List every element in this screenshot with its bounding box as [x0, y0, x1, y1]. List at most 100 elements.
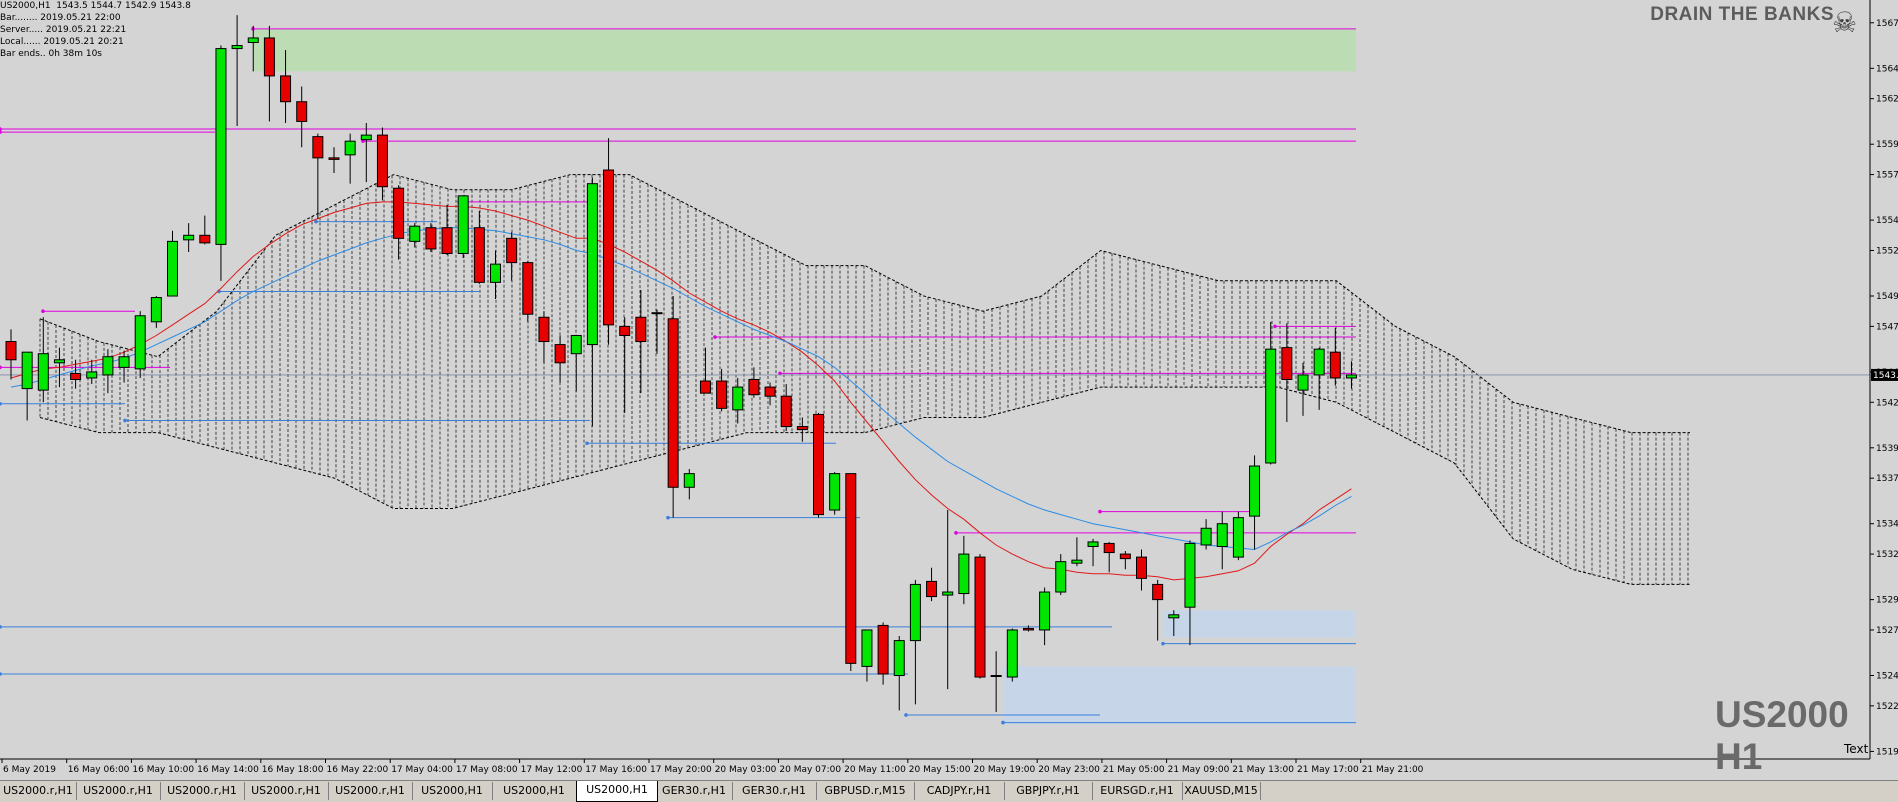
candle-body	[522, 262, 534, 315]
y-tick-label: 1547.	[1876, 322, 1898, 332]
candle-body	[118, 356, 130, 368]
demand-zone	[1163, 610, 1356, 638]
candle-body	[813, 413, 824, 516]
x-tick-label: 16 May 22:00	[327, 765, 389, 775]
candle-body	[150, 297, 162, 323]
candle-body	[441, 227, 453, 255]
tab-chart[interactable]: US2000.r,H1	[0, 782, 77, 800]
candle-body	[1216, 523, 1228, 547]
y-tick-label: 1532.	[1876, 550, 1898, 560]
candle-body	[1297, 374, 1309, 391]
tab-chart[interactable]: US2000,H1	[492, 782, 577, 800]
candle-body	[1200, 527, 1212, 546]
bar-time: Bar........ 2019.05.21 22:00	[0, 13, 121, 23]
tab-chart[interactable]: XAUUSD,M15	[1182, 782, 1261, 800]
x-tick-label: 17 May 20:00	[650, 765, 712, 775]
candle-body	[1345, 374, 1357, 379]
candle-body	[586, 183, 598, 346]
y-tick-label: 1527.	[1876, 626, 1898, 636]
tab-chart[interactable]: US2000.r,H1	[244, 782, 329, 800]
candle-body	[393, 187, 405, 239]
candle	[134, 311, 146, 378]
candle	[425, 223, 437, 252]
candle-body	[102, 356, 114, 376]
tab-chart[interactable]: US2000.r,H1	[328, 782, 413, 800]
candle-body	[1136, 556, 1147, 579]
candle-body	[1313, 348, 1325, 376]
candle-body	[247, 37, 259, 44]
candle-body	[1022, 627, 1034, 631]
candle-body	[1249, 465, 1261, 517]
price-chart[interactable]: 1567. 1564. 1562. 1559. 1557. 1554. 1552. 1549.…	[0, 0, 1898, 780]
candle-body	[1087, 541, 1099, 547]
candle-body	[215, 48, 227, 245]
candle-body	[942, 591, 954, 596]
supply-zone	[253, 28, 1356, 72]
candle-body	[716, 380, 728, 409]
support-anchor	[585, 441, 589, 446]
tab-chart[interactable]: US2000.r,H1	[160, 782, 245, 800]
y-tick-label: 1524.	[1876, 672, 1898, 682]
tab-active-chart[interactable]: US2000,H1	[576, 781, 658, 802]
candle-body	[360, 134, 372, 141]
candle-body	[134, 315, 146, 370]
candle-body	[699, 380, 711, 394]
candle-body	[5, 341, 17, 361]
x-tick-label: 20 May 03:00	[715, 765, 777, 775]
candle-body	[457, 195, 469, 255]
y-tick-label: 1537.	[1876, 474, 1898, 484]
candle-body	[1055, 561, 1067, 593]
support-anchor	[1001, 720, 1005, 725]
y-tick-label: 1557.	[1876, 171, 1898, 181]
candle-body	[1329, 351, 1341, 379]
x-tick-label: 20 May 15:00	[909, 765, 971, 775]
x-tick-label: 16 May 10:00	[132, 765, 194, 775]
info-panel: US2000,H1 1543.5 1544.7 1542.9 1543.8 Ba…	[0, 0, 191, 60]
candle-body	[1039, 591, 1051, 631]
x-tick-label: 17 May 04:00	[391, 765, 453, 775]
candle-body	[796, 426, 808, 431]
candle-body	[780, 395, 792, 428]
watermark-text: DRAIN THE BANKS	[1650, 4, 1834, 25]
candle-body	[280, 75, 292, 103]
tab-chart[interactable]: GBPJPY.r,H1	[1004, 782, 1093, 800]
candle-body	[764, 386, 776, 397]
candle-body	[570, 334, 582, 355]
resistance-anchor	[41, 309, 45, 313]
tab-chart[interactable]: US2000,H1	[412, 782, 493, 800]
x-tick-label: 21 May 17:00	[1297, 765, 1359, 775]
chart-window[interactable]: 1567. 1564. 1562. 1559. 1557. 1554. 1552. 1549.…	[0, 0, 1898, 802]
candle-body	[845, 473, 857, 664]
x-tick-label: 16 May 14:00	[197, 765, 259, 775]
y-tick-label: 1529.	[1876, 596, 1898, 606]
candle-body	[1071, 559, 1083, 564]
tab-chart[interactable]: GBPUSD.r,M15	[816, 782, 915, 800]
candle	[457, 195, 469, 259]
candle-body	[70, 372, 82, 381]
candle-body	[1184, 542, 1196, 608]
tab-chart[interactable]: GER30.r,H1	[732, 782, 817, 800]
candle-body	[748, 379, 760, 396]
candle-body	[732, 386, 744, 411]
candle	[829, 472, 841, 515]
candle	[813, 412, 824, 518]
candle-body	[344, 140, 356, 156]
tab-chart[interactable]: GER30.r,H1	[656, 782, 733, 800]
tab-chart[interactable]: CADJPY.r,H1	[914, 782, 1005, 800]
support-anchor	[666, 515, 670, 520]
x-tick-label: 21 May 05:00	[1103, 765, 1165, 775]
x-tick-label: 17 May 08:00	[456, 765, 518, 775]
candle-body	[231, 45, 243, 50]
candle-body	[199, 234, 211, 244]
candle-body	[37, 353, 49, 391]
support-anchor	[1161, 641, 1165, 646]
x-tick-label: 21 May 21:00	[1362, 765, 1424, 775]
tab-chart[interactable]: EURSGD.r,H1	[1092, 782, 1183, 800]
resistance-anchor	[713, 335, 717, 339]
candle-body	[86, 371, 98, 379]
candle-body	[635, 316, 647, 343]
candle-body	[683, 473, 695, 488]
symbol-tabs: US2000.r,H1 US2000.r,H1 US2000.r,H1 US2000.…	[0, 780, 1898, 802]
support-anchor	[904, 713, 908, 717]
tab-chart[interactable]: US2000.r,H1	[76, 782, 161, 800]
